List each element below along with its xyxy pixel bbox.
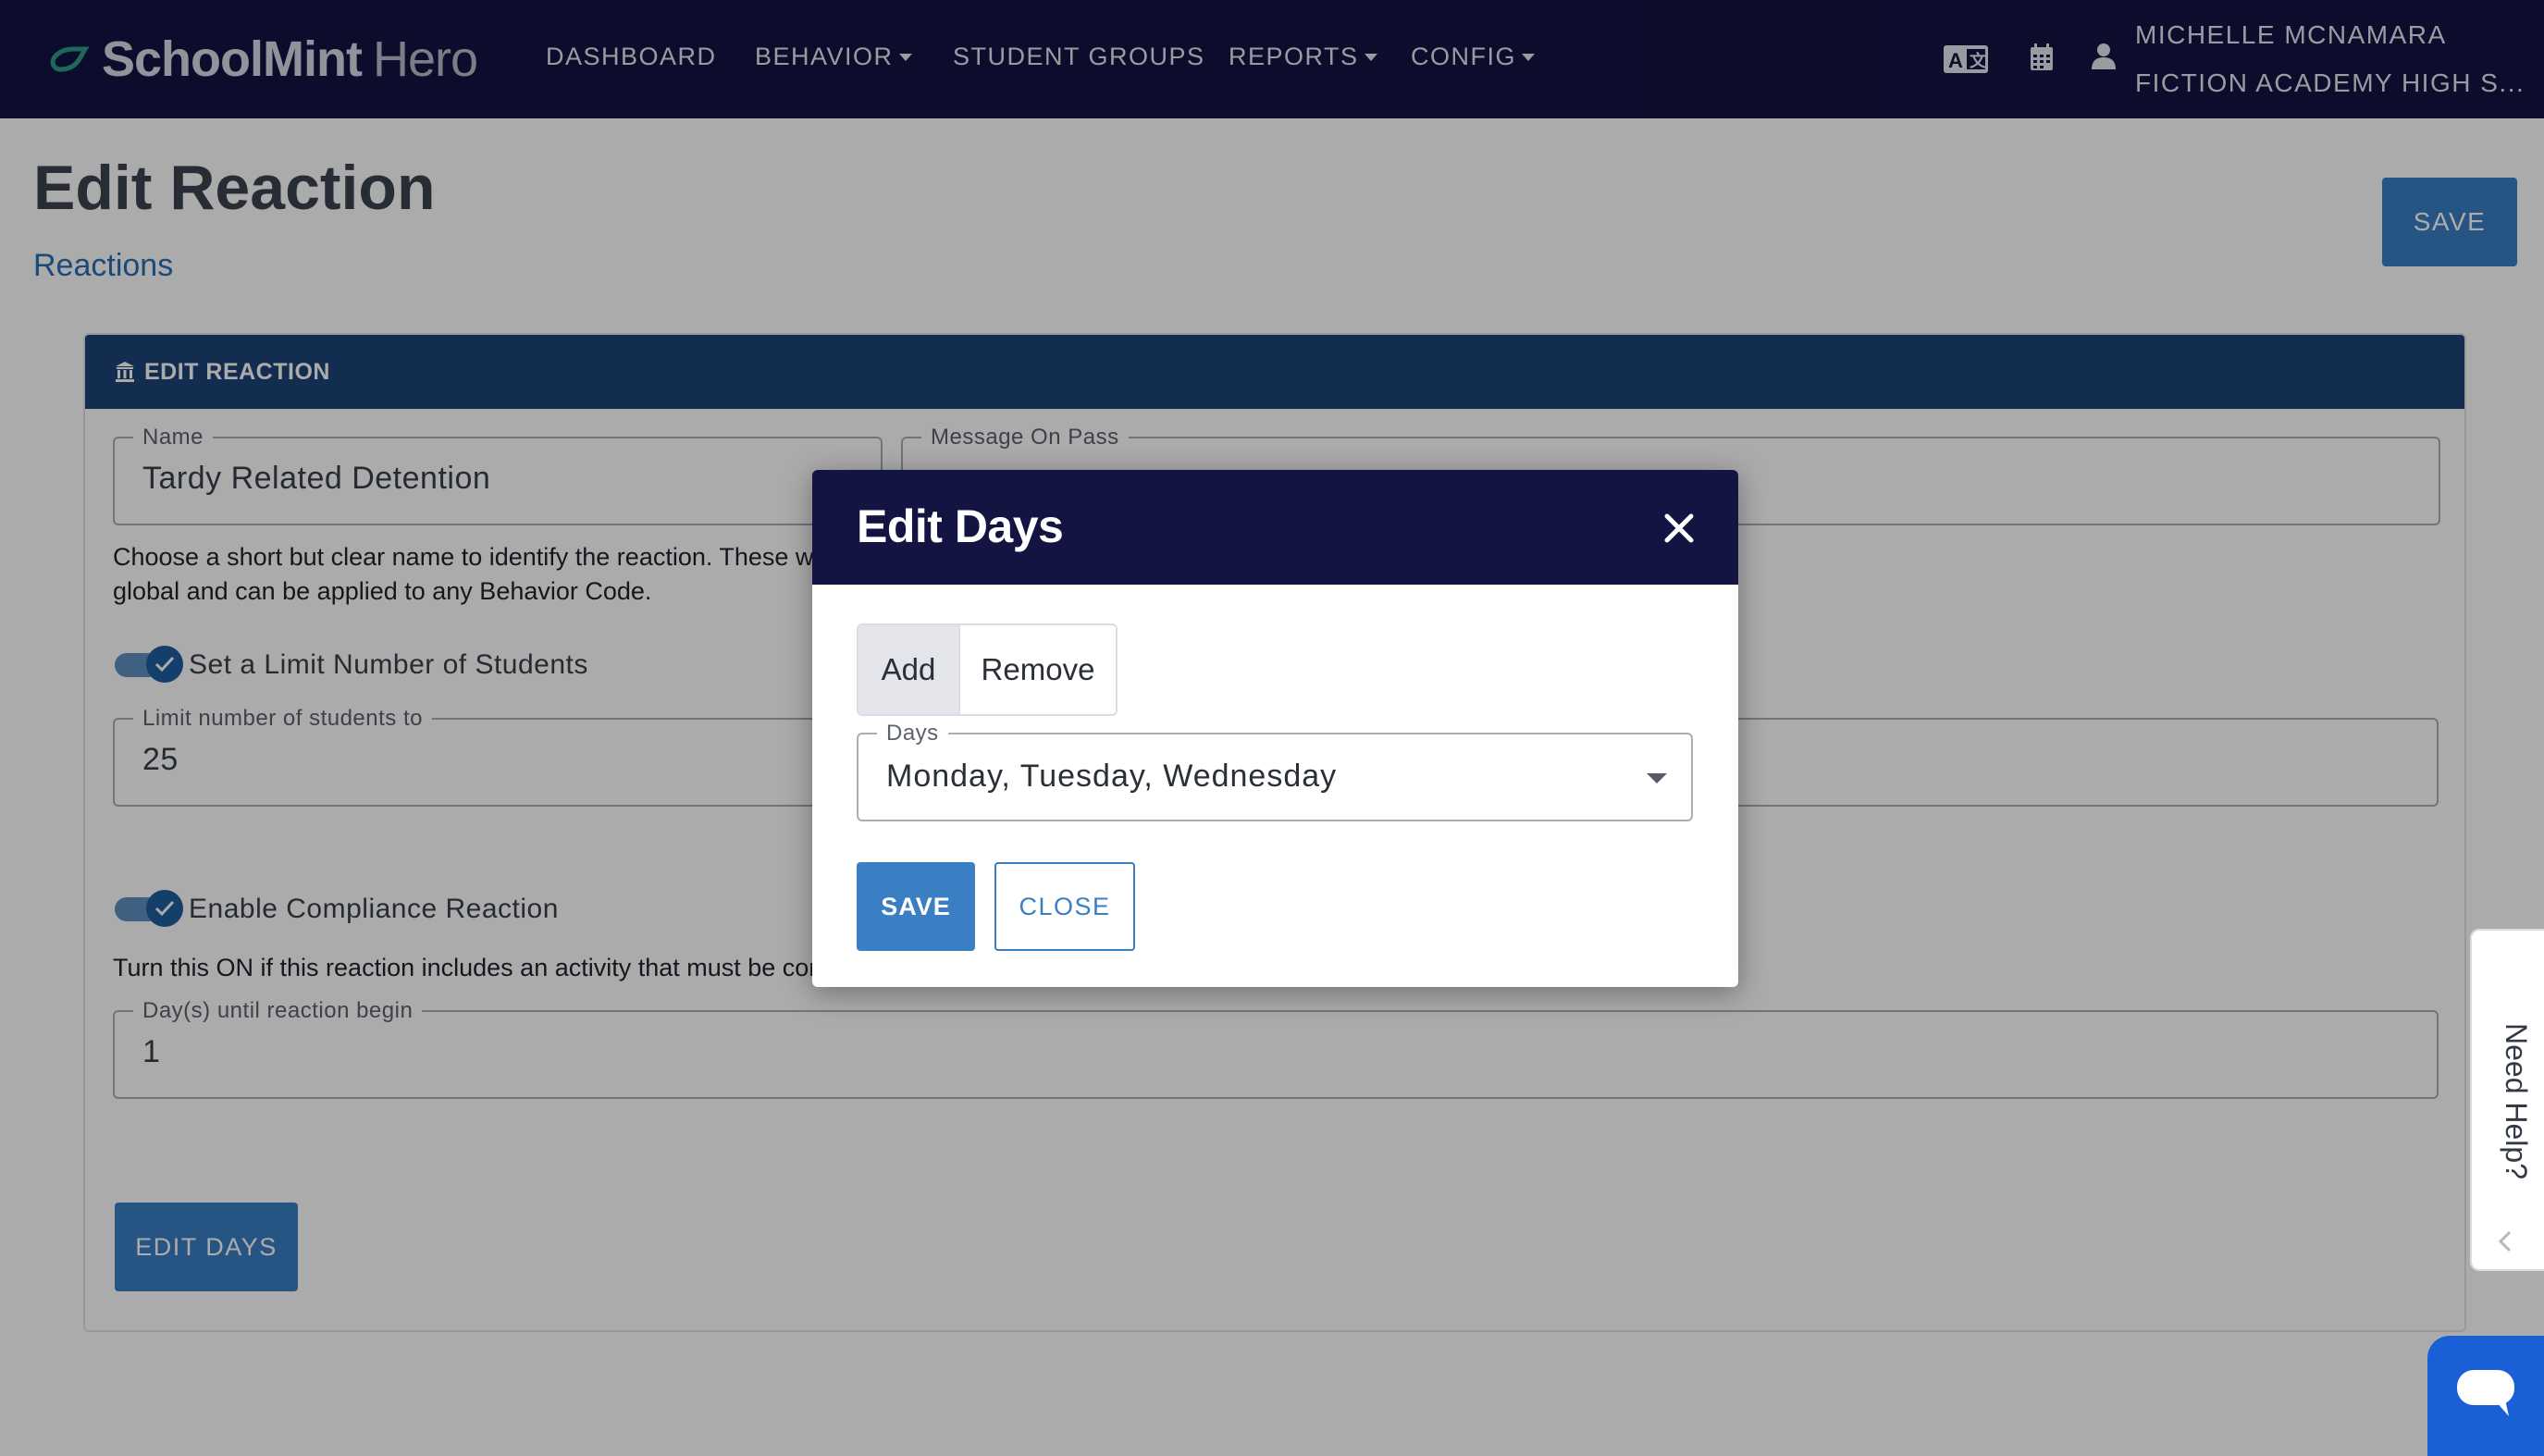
remove-option[interactable]: Remove: [958, 625, 1116, 714]
days-select-value: Monday, Tuesday, Wednesday: [886, 759, 1338, 794]
dropdown-arrow-icon[interactable]: [1647, 773, 1667, 784]
need-help-tab[interactable]: Need Help?: [2470, 929, 2544, 1271]
modal-save-button[interactable]: SAVE: [857, 862, 975, 951]
chat-bubble-icon: [2455, 1368, 2516, 1425]
need-help-label: Need Help?: [2500, 1023, 2533, 1179]
days-select[interactable]: Days Monday, Tuesday, Wednesday: [857, 721, 1693, 821]
modal-close-button[interactable]: CLOSE: [994, 862, 1135, 951]
edit-days-modal: Edit Days Add Remove Days Monday, Tuesda…: [812, 470, 1738, 987]
modal-header: Edit Days: [812, 470, 1738, 585]
close-icon[interactable]: [1656, 505, 1702, 551]
add-option[interactable]: Add: [858, 625, 958, 714]
modal-title: Edit Days: [857, 500, 1064, 552]
chat-widget-button[interactable]: [2427, 1336, 2544, 1456]
add-remove-toggle-group: Add Remove: [857, 623, 1118, 716]
chevron-left-icon[interactable]: [2498, 1228, 2513, 1260]
days-select-label: Days: [877, 721, 948, 747]
